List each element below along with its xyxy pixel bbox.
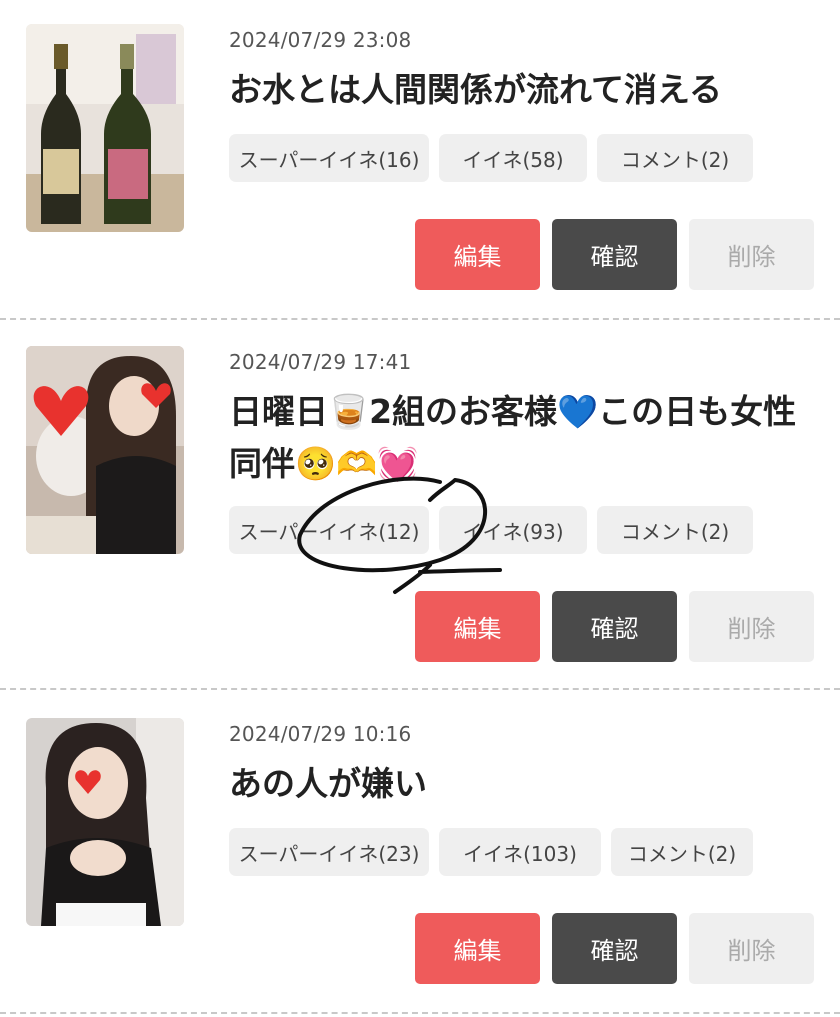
divider — [0, 318, 840, 320]
comment-chip[interactable]: コメント(2) — [597, 506, 753, 554]
divider — [0, 1012, 840, 1014]
post-title[interactable]: 日曜日🥃2組のお客様💙この日も女性同伴🥺🫶💓 — [229, 386, 819, 490]
edit-button[interactable]: 編集 — [415, 913, 540, 984]
edit-button[interactable]: 編集 — [415, 219, 540, 290]
reaction-chips: スーパーイイネ(23) イイネ(103) コメント(2) — [229, 828, 753, 876]
comment-chip[interactable]: コメント(2) — [611, 828, 753, 876]
confirm-button[interactable]: 確認 — [552, 913, 677, 984]
post-item: 2024/07/29 23:08 お水とは人間関係が流れて消える スーパーイイネ… — [0, 0, 840, 322]
like-chip[interactable]: イイネ(93) — [439, 506, 587, 554]
comment-chip[interactable]: コメント(2) — [597, 134, 753, 182]
super-like-chip[interactable]: スーパーイイネ(23) — [229, 828, 429, 876]
post-thumbnail[interactable] — [26, 718, 184, 926]
confirm-button[interactable]: 確認 — [552, 219, 677, 290]
post-date: 2024/07/29 17:41 — [229, 350, 412, 374]
post-item: 2024/07/29 17:41 日曜日🥃2組のお客様💙この日も女性同伴🥺🫶💓 … — [0, 322, 840, 662]
delete-button[interactable]: 削除 — [689, 219, 814, 290]
super-like-chip[interactable]: スーパーイイネ(12) — [229, 506, 429, 554]
post-title[interactable]: あの人が嫌い — [229, 758, 819, 810]
post-actions: 編集 確認 削除 — [415, 913, 814, 984]
post-date: 2024/07/29 10:16 — [229, 722, 412, 746]
post-thumbnail[interactable] — [26, 24, 184, 232]
post-thumbnail[interactable] — [26, 346, 184, 554]
post-actions: 編集 確認 削除 — [415, 219, 814, 290]
like-chip[interactable]: イイネ(58) — [439, 134, 587, 182]
post-title[interactable]: お水とは人間関係が流れて消える — [229, 64, 819, 116]
post-item: 2024/07/29 10:16 あの人が嫌い スーパーイイネ(23) イイネ(… — [0, 644, 840, 1017]
super-like-chip[interactable]: スーパーイイネ(16) — [229, 134, 429, 182]
reaction-chips: スーパーイイネ(16) イイネ(58) コメント(2) — [229, 134, 753, 182]
delete-button[interactable]: 削除 — [689, 913, 814, 984]
reaction-chips: スーパーイイネ(12) イイネ(93) コメント(2) — [229, 506, 753, 554]
post-date: 2024/07/29 23:08 — [229, 28, 412, 52]
like-chip[interactable]: イイネ(103) — [439, 828, 601, 876]
